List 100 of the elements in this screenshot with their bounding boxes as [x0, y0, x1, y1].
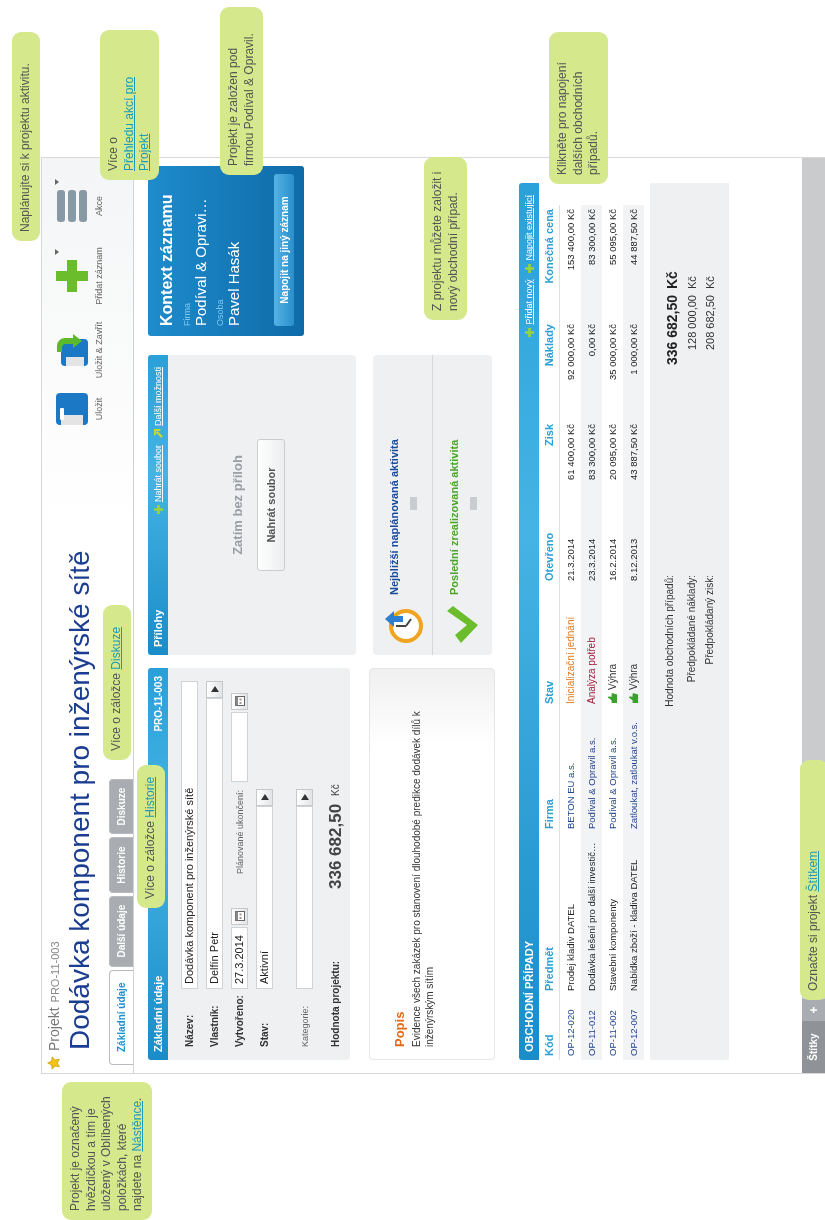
field-label: Název: [184, 1013, 195, 1047]
add-tag-button[interactable]: + [802, 999, 825, 1021]
table-cell: Dodávka lešení pro další investič… [581, 833, 602, 995]
panel-title: OBCHODNÍ PŘÍPADY [523, 940, 535, 1052]
link[interactable]: Přehledu akcí pro Projekt [121, 71, 153, 171]
project-value: 336 682,50 [325, 803, 346, 889]
panel-title: Popis [392, 1010, 407, 1047]
toolbar-button[interactable]: Uložit & Zavřít [55, 316, 133, 384]
dropdown-button[interactable] [296, 789, 313, 806]
link[interactable]: Další možnosti [153, 367, 163, 427]
table-cell: Zatloukat, zatloukat v.o.s. [623, 708, 644, 833]
tags-tab[interactable]: Štítky [802, 1021, 825, 1073]
link[interactable]: Nahrát soubor [153, 445, 163, 503]
tooltip-text: Více o záložce Historie [143, 776, 157, 899]
link[interactable]: Diskuze [109, 626, 125, 670]
link[interactable]: Historie [143, 776, 159, 818]
table-cell: OP-12-007 [623, 995, 644, 1060]
tooltip-text: Více o záložce Diskuze [109, 626, 123, 751]
currency: Kč [330, 784, 341, 796]
tooltip-text: Klikněte pro napojení dalších obchodních případů. [555, 62, 601, 175]
status-text: Inicializační jednání [565, 616, 576, 704]
activity-title: Poslední zrealizovaná aktivita [448, 439, 460, 595]
calendar-icon [234, 911, 245, 922]
tab[interactable]: Základní údaje [109, 969, 133, 1065]
table-cell: Nabídka zboží - kladiva DATEL [623, 833, 644, 995]
empty-dash [410, 497, 417, 510]
calendar-button[interactable] [231, 692, 248, 710]
toolbar-button[interactable]: Přidat záznam [55, 236, 133, 316]
description-text: Evidence všech zakázek pro stanovení dlouhodobé predikce dodávek dílů k inženýrským sítím [411, 710, 436, 1047]
triangle-icon [300, 794, 309, 801]
tooltip-text: Projekt je založen pod firmou Podíval & Opravil. [226, 33, 256, 166]
tab[interactable]: Historie [109, 837, 133, 893]
currency: Kč [685, 275, 698, 291]
context-label: Firma [182, 302, 192, 326]
table-cell: 43 887,50 Kč [623, 420, 644, 505]
tooltip-text: Označte si projekt Štítkem [806, 850, 820, 991]
select-field[interactable]: Aktivní [256, 806, 273, 989]
bars-icon [55, 189, 89, 223]
link[interactable]: Štítkem [806, 850, 822, 892]
field-label: Kategorie: [299, 1004, 310, 1047]
plus-icon [524, 263, 534, 273]
table-cell: 1 000,00 Kč [623, 320, 644, 420]
triangle-icon [210, 686, 219, 693]
record-type: Projekt [46, 1007, 62, 1051]
currency: Kč [663, 270, 680, 291]
input-field[interactable]: Delfín Petr [206, 697, 223, 989]
context-label: Osoba [215, 298, 225, 326]
tab[interactable]: Diskuze [109, 778, 133, 835]
field-label: Vlastník: [209, 1004, 220, 1047]
dropdown-button[interactable] [256, 789, 273, 806]
floppy-disk-arrow-icon [55, 333, 89, 367]
calendar-button[interactable] [231, 908, 248, 925]
link[interactable]: Přidat nový [524, 279, 534, 325]
table-cell: 44 887,50 Kč [623, 205, 644, 320]
total-value: 336 682,50 [663, 295, 680, 368]
tab[interactable]: Další údaje [109, 895, 133, 967]
total-label: Předpokládaný zisk: [703, 575, 716, 667]
panel-title: Kontext záznamu [158, 193, 176, 326]
activity-title: Nejbližší naplánovaná aktivita [388, 439, 400, 595]
total-value: 208 682,50 [703, 295, 716, 353]
status-text: Výhra [628, 663, 639, 690]
record-code: PRO-11-003 [49, 941, 61, 1003]
plus-icon [153, 505, 163, 515]
tooltip-text: Naplánujte si k projektu aktivitu. [18, 63, 32, 232]
toolbar-button[interactable]: Akce [55, 176, 133, 236]
table-cell: 83 300,00 Kč [581, 205, 602, 320]
currency: Kč [703, 275, 716, 291]
field-label: Stav: [259, 1021, 270, 1047]
total-label: Hodnota obchodních případů: [663, 575, 676, 709]
table-cell: 83 300,00 Kč [581, 420, 602, 505]
field-label: Hodnota projektu: [330, 959, 341, 1047]
plus-icon [55, 259, 89, 293]
panel-title: Základní údaje [152, 975, 164, 1052]
toolbar-button[interactable]: Uložit [55, 384, 133, 434]
total-value: 128 000,00 [685, 295, 698, 353]
status-text: Analýza potřeb [586, 637, 597, 704]
context-value: Pavel Hasák [225, 240, 242, 326]
link[interactable]: Napojit existující [524, 195, 534, 261]
upload-button[interactable]: Nahrát soubor [257, 439, 285, 571]
empty-dash [470, 497, 477, 510]
date-field[interactable] [231, 711, 248, 782]
connect-button[interactable]: Napojit na jiný záznam [274, 174, 294, 326]
panel-title: Přílohy [152, 609, 164, 647]
input-field[interactable]: Dodávka komponent pro inženýrské sítě [181, 681, 198, 989]
star-icon[interactable] [47, 1056, 61, 1070]
table-cell: 8.12.2013 [623, 505, 644, 585]
arrow-icon [153, 429, 163, 439]
table-cell: Podíval & Opravil a.s. [581, 708, 602, 833]
select-field[interactable] [296, 806, 313, 989]
empty-message: Zatím bez příloh [230, 455, 245, 555]
page-title: Dodávka komponent pro inženýrské sítě [63, 550, 96, 1050]
table-cell: OP-11-012 [581, 995, 602, 1060]
plus-icon [524, 327, 534, 337]
context-value: Podíval & Opravi… [192, 197, 209, 326]
field-label: Vytvořeno: [234, 994, 245, 1047]
date-field[interactable]: 27.3.2014 [231, 927, 248, 989]
calendar-icon [234, 696, 245, 707]
dropdown-button[interactable] [206, 681, 223, 698]
field-label: Plánované ukončení: [234, 789, 245, 874]
tooltip-text: Z projektu můžete založit i nový obchodní případ. [430, 171, 460, 311]
